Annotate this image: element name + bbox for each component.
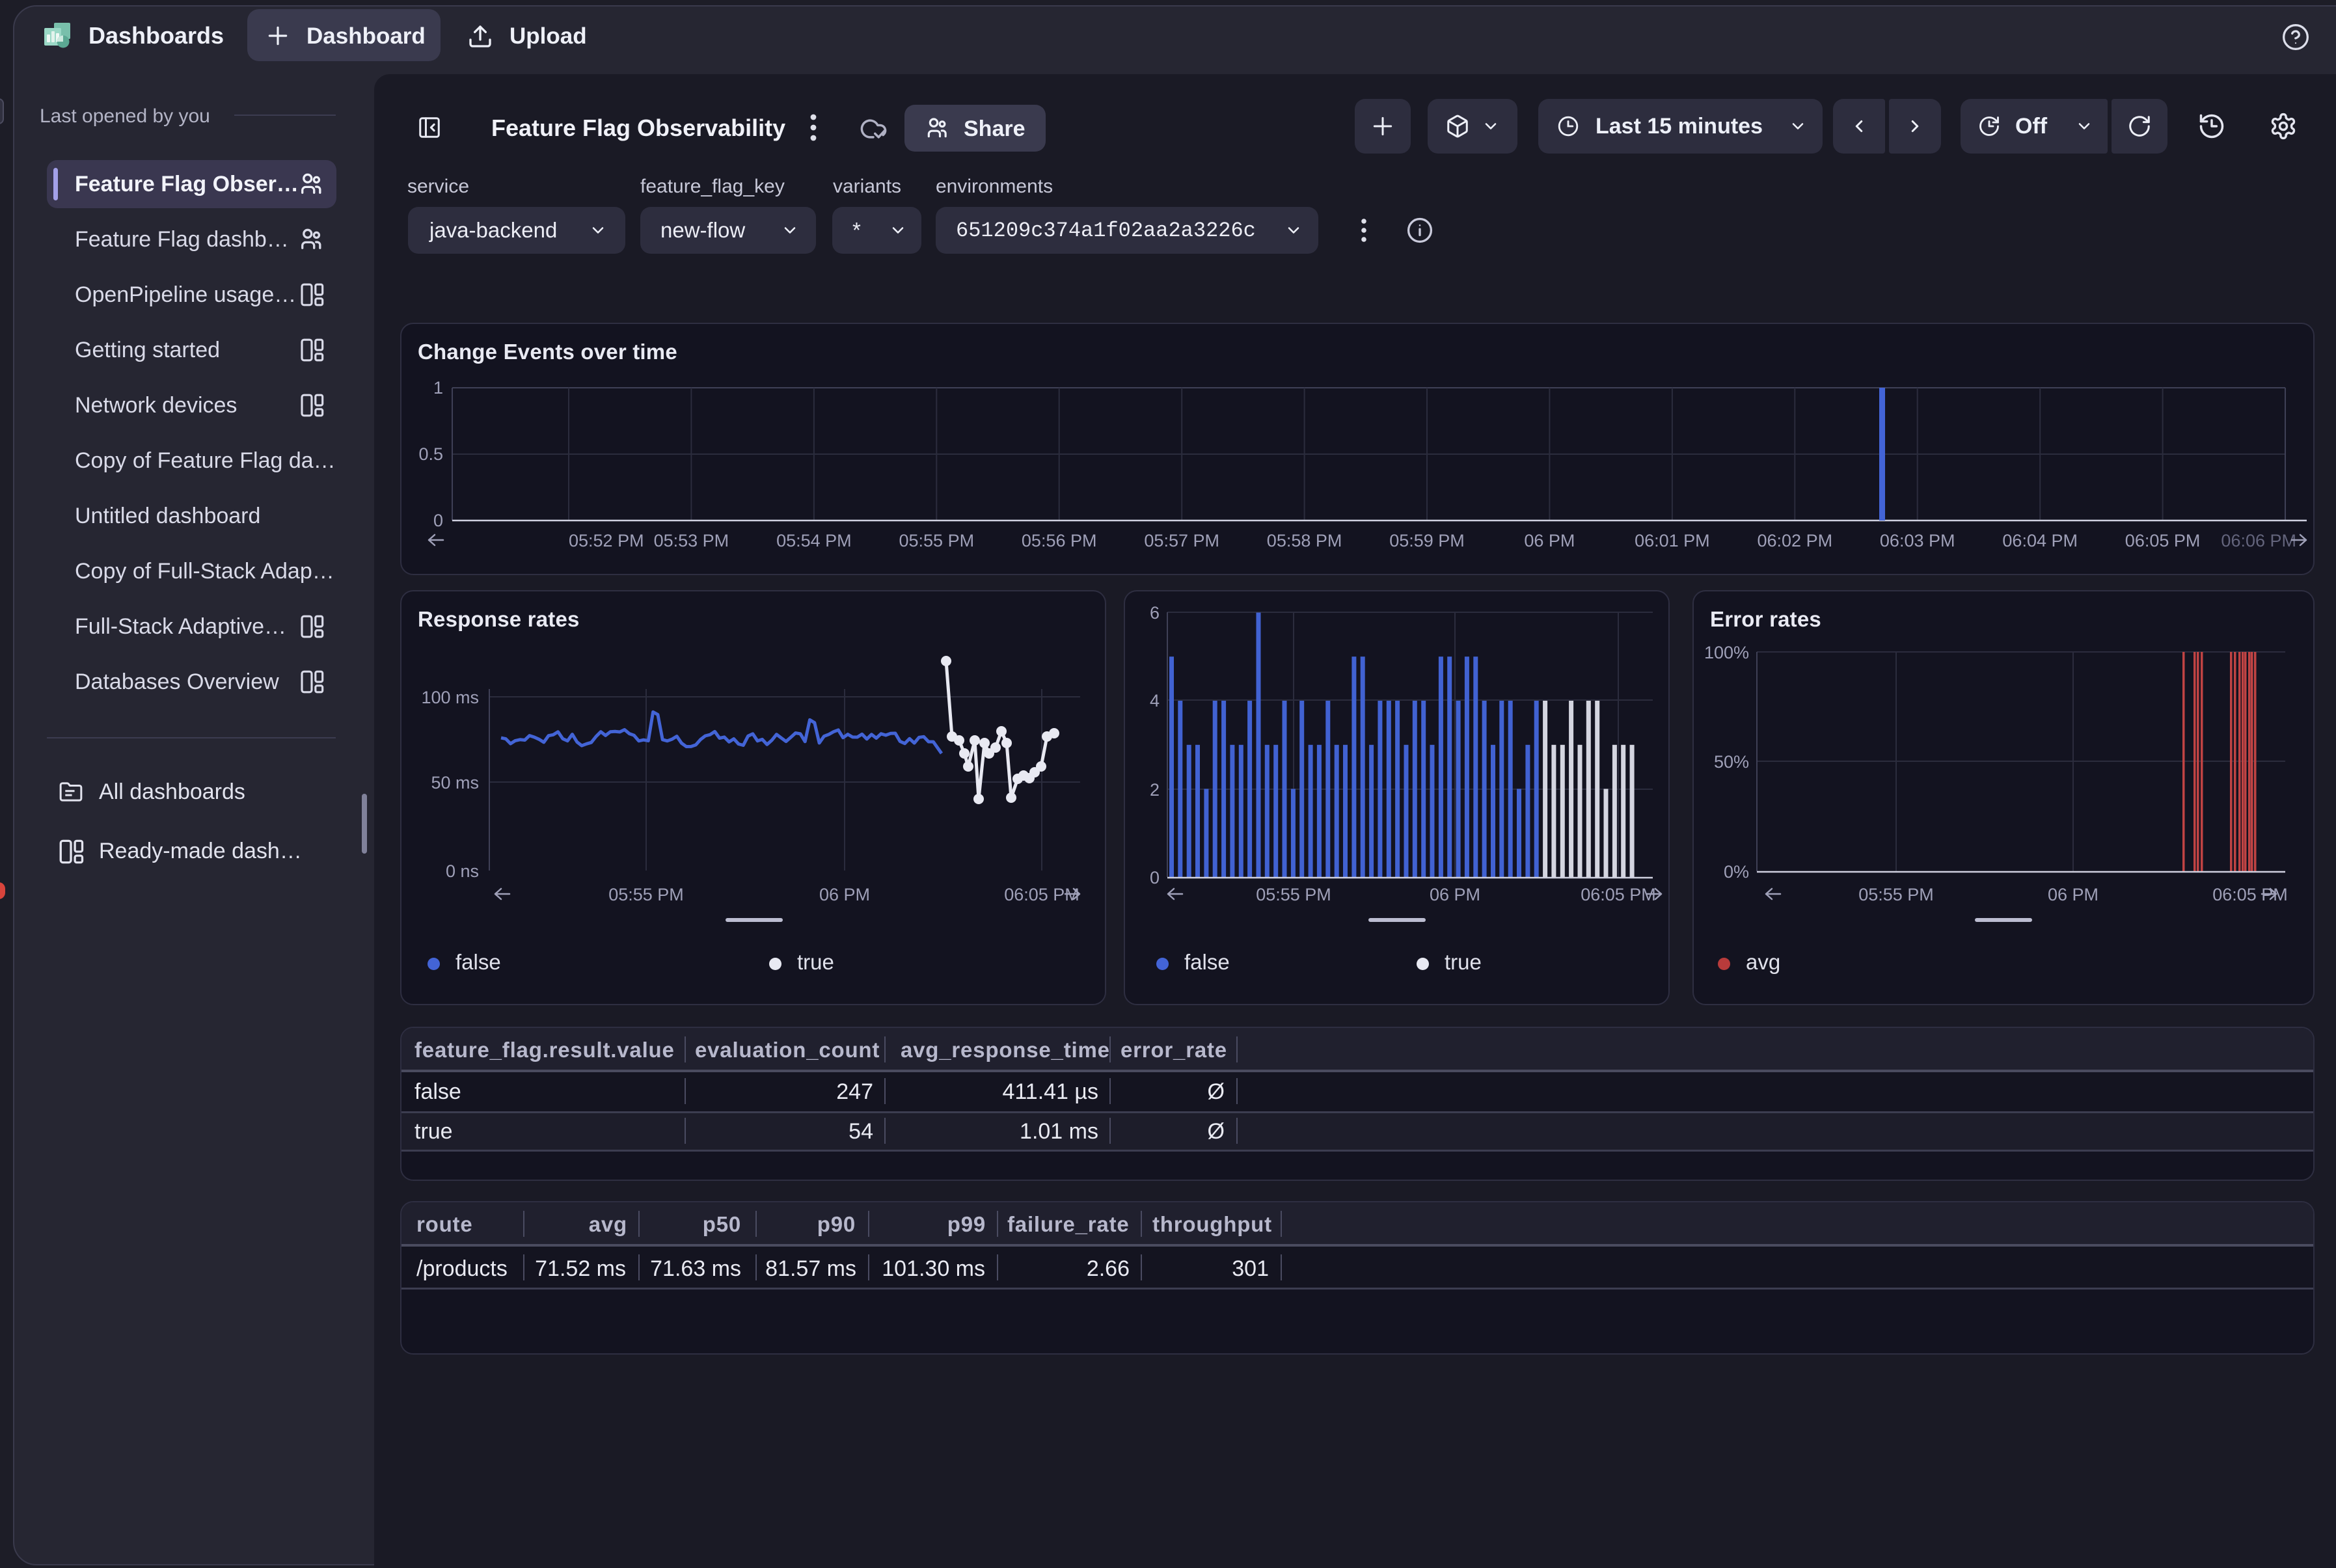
svg-text:4: 4 (1150, 691, 1160, 710)
svg-text:05:56 PM: 05:56 PM (1022, 531, 1097, 550)
svg-text:05:59 PM: 05:59 PM (1389, 531, 1465, 550)
svg-text:0%: 0% (1724, 862, 1749, 882)
svg-text:05:54 PM: 05:54 PM (776, 531, 852, 550)
svg-text:05:52 PM: 05:52 PM (569, 531, 644, 550)
svg-text:06 PM: 06 PM (2048, 885, 2098, 904)
svg-text:06:03 PM: 06:03 PM (1880, 531, 1955, 550)
svg-text:06:04 PM: 06:04 PM (2002, 531, 2078, 550)
svg-text:05:55 PM: 05:55 PM (899, 531, 975, 550)
svg-text:06 PM: 06 PM (819, 885, 870, 904)
svg-text:05:55 PM: 05:55 PM (1858, 885, 1934, 904)
svg-text:06 PM: 06 PM (1524, 531, 1575, 550)
svg-text:05:55 PM: 05:55 PM (1256, 885, 1331, 904)
svg-text:50 ms: 50 ms (431, 773, 479, 792)
svg-text:05:58 PM: 05:58 PM (1267, 531, 1342, 550)
svg-text:06:02 PM: 06:02 PM (1758, 531, 1833, 550)
svg-text:50%: 50% (1714, 752, 1749, 772)
svg-text:0: 0 (1150, 868, 1160, 887)
svg-text:05:57 PM: 05:57 PM (1144, 531, 1219, 550)
svg-text:100 ms: 100 ms (421, 688, 479, 707)
svg-text:06:06 PM: 06:06 PM (2221, 531, 2296, 550)
svg-text:1: 1 (433, 378, 443, 398)
svg-text:05:53 PM: 05:53 PM (654, 531, 729, 550)
svg-text:0.5: 0.5 (418, 444, 443, 464)
svg-text:06:05 PM: 06:05 PM (2125, 531, 2201, 550)
svg-text:2: 2 (1150, 780, 1160, 800)
svg-text:06:01 PM: 06:01 PM (1635, 531, 1710, 550)
svg-text:05:55 PM: 05:55 PM (608, 885, 684, 904)
svg-text:06:05 PM: 06:05 PM (1581, 885, 1656, 904)
svg-text:06 PM: 06 PM (1430, 885, 1480, 904)
svg-text:6: 6 (1150, 603, 1160, 623)
svg-text:100%: 100% (1704, 643, 1749, 662)
svg-text:0 ns: 0 ns (446, 861, 479, 881)
svg-text:0: 0 (433, 511, 443, 530)
